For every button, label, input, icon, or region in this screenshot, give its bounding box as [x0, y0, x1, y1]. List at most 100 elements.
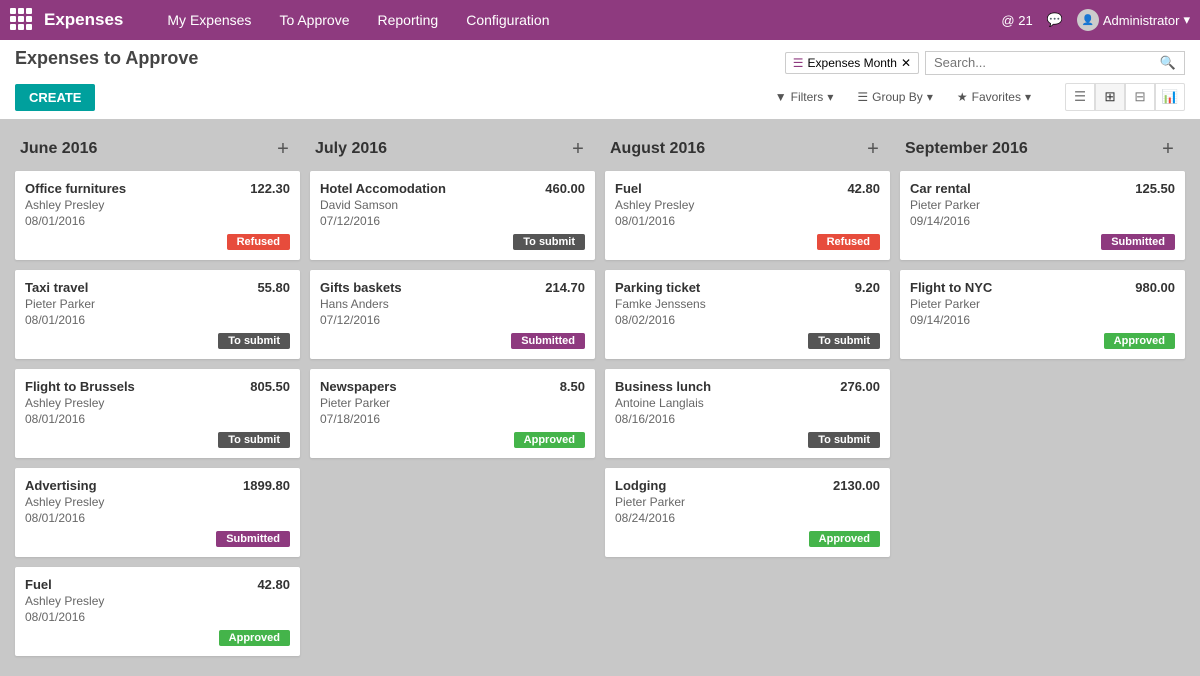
- grid-menu-icon[interactable]: [10, 8, 34, 32]
- card-person: Ashley Presley: [25, 594, 290, 608]
- card-amount: 9.20: [855, 280, 880, 295]
- col-add-button-2[interactable]: +: [861, 137, 885, 161]
- card-date: 08/01/2016: [615, 214, 880, 228]
- status-badge: Refused: [227, 234, 290, 250]
- card-name: Fuel: [615, 181, 642, 196]
- card-date: 07/12/2016: [320, 313, 585, 327]
- card-0-3[interactable]: Advertising 1899.80 Ashley Presley 08/01…: [15, 468, 300, 557]
- card-name: Parking ticket: [615, 280, 700, 295]
- card-name: Car rental: [910, 181, 971, 196]
- col-title-2: August 2016: [610, 140, 705, 158]
- card-date: 07/12/2016: [320, 214, 585, 228]
- filter-toolbar: ▼ Filters ▾ ☰ Group By ▾ ★ Favorites ▾ ☰…: [765, 83, 1185, 111]
- card-name: Newspapers: [320, 379, 397, 394]
- card-date: 07/18/2016: [320, 412, 585, 426]
- card-person: Pieter Parker: [320, 396, 585, 410]
- groupby-button[interactable]: ☰ Group By ▾: [847, 85, 943, 109]
- status-badge: Refused: [817, 234, 880, 250]
- main-nav: My Expenses To Approve Reporting Configu…: [153, 0, 563, 40]
- groupby-dropdown-icon: ▾: [927, 90, 933, 104]
- col-title-3: September 2016: [905, 140, 1028, 158]
- col-add-button-0[interactable]: +: [271, 137, 295, 161]
- card-name: Office furnitures: [25, 181, 126, 196]
- card-0-0[interactable]: Office furnitures 122.30 Ashley Presley …: [15, 171, 300, 260]
- search-input[interactable]: [934, 55, 1160, 70]
- kanban-column-0: June 2016+ Office furnitures 122.30 Ashl…: [10, 129, 305, 666]
- status-badge: To submit: [808, 333, 880, 349]
- filter-tag-remove[interactable]: ✕: [901, 56, 911, 70]
- card-amount: 214.70: [545, 280, 585, 295]
- card-name: Flight to Brussels: [25, 379, 135, 394]
- nav-configuration[interactable]: Configuration: [452, 0, 563, 40]
- card-amount: 980.00: [1135, 280, 1175, 295]
- col-add-button-1[interactable]: +: [566, 137, 590, 161]
- active-filter-tag[interactable]: ☰ Expenses Month ✕: [785, 52, 919, 74]
- card-name: Gifts baskets: [320, 280, 402, 295]
- status-badge: Approved: [809, 531, 880, 547]
- card-person: Ashley Presley: [25, 495, 290, 509]
- card-person: Pieter Parker: [25, 297, 290, 311]
- card-person: Pieter Parker: [910, 297, 1175, 311]
- status-badge: Approved: [219, 630, 290, 646]
- card-2-1[interactable]: Parking ticket 9.20 Famke Jenssens 08/02…: [605, 270, 890, 359]
- col-header-2: August 2016 +: [605, 129, 890, 171]
- user-menu[interactable]: 👤 Administrator ▾: [1077, 9, 1190, 31]
- filters-button[interactable]: ▼ Filters ▾: [765, 85, 844, 109]
- card-person: Famke Jenssens: [615, 297, 880, 311]
- card-person: Ashley Presley: [25, 396, 290, 410]
- col-header-0: June 2016+: [15, 129, 300, 171]
- status-badge: To submit: [218, 333, 290, 349]
- chart-view-button[interactable]: 📊: [1155, 83, 1185, 111]
- col-title-1: July 2016: [315, 140, 387, 158]
- card-date: 08/01/2016: [25, 214, 290, 228]
- status-badge: To submit: [513, 234, 585, 250]
- card-2-2[interactable]: Business lunch 276.00 Antoine Langlais 0…: [605, 369, 890, 458]
- kanban-column-2: August 2016 + Fuel 42.80 Ashley Presley 0…: [600, 129, 895, 666]
- card-date: 08/02/2016: [615, 313, 880, 327]
- card-amount: 805.50: [250, 379, 290, 394]
- card-amount: 8.50: [560, 379, 585, 394]
- card-name: Hotel Accomodation: [320, 181, 446, 196]
- card-person: Pieter Parker: [910, 198, 1175, 212]
- card-0-1[interactable]: Taxi travel 55.80 Pieter Parker 08/01/20…: [15, 270, 300, 359]
- card-3-1[interactable]: Flight to NYC 980.00 Pieter Parker 09/14…: [900, 270, 1185, 359]
- nav-to-approve[interactable]: To Approve: [265, 0, 363, 40]
- card-1-1[interactable]: Gifts baskets 214.70 Hans Anders 07/12/2…: [310, 270, 595, 359]
- create-button[interactable]: CREATE: [15, 84, 95, 111]
- card-person: Antoine Langlais: [615, 396, 880, 410]
- list-view-button[interactable]: ☰: [1065, 83, 1095, 111]
- card-person: Hans Anders: [320, 297, 585, 311]
- kanban-view-button[interactable]: ⊞: [1095, 83, 1125, 111]
- grid-view-button[interactable]: ⊟: [1125, 83, 1155, 111]
- card-name: Business lunch: [615, 379, 711, 394]
- card-3-0[interactable]: Car rental 125.50 Pieter Parker 09/14/20…: [900, 171, 1185, 260]
- card-amount: 125.50: [1135, 181, 1175, 196]
- status-badge: Submitted: [216, 531, 290, 547]
- card-1-2[interactable]: Newspapers 8.50 Pieter Parker 07/18/2016…: [310, 369, 595, 458]
- chat-icon[interactable]: 💬: [1047, 12, 1063, 28]
- card-amount: 122.30: [250, 181, 290, 196]
- card-date: 09/14/2016: [910, 313, 1175, 327]
- favorites-label: Favorites: [972, 90, 1021, 104]
- card-2-3[interactable]: Lodging 2130.00 Pieter Parker 08/24/2016…: [605, 468, 890, 557]
- username: Administrator: [1103, 13, 1180, 28]
- col-add-button-3[interactable]: +: [1156, 137, 1180, 161]
- nav-reporting[interactable]: Reporting: [364, 0, 453, 40]
- kanban-column-1: July 2016 + Hotel Accomodation 460.00 Dav…: [305, 129, 600, 666]
- search-box[interactable]: 🔍: [925, 51, 1185, 75]
- card-1-0[interactable]: Hotel Accomodation 460.00 David Samson 0…: [310, 171, 595, 260]
- col-header-3: September 2016 +: [900, 129, 1185, 171]
- card-2-0[interactable]: Fuel 42.80 Ashley Presley 08/01/2016 Ref…: [605, 171, 890, 260]
- card-date: 08/24/2016: [615, 511, 880, 525]
- nav-my-expenses[interactable]: My Expenses: [153, 0, 265, 40]
- star-icon: ★: [957, 90, 968, 104]
- filter-icon: ▼: [775, 90, 787, 104]
- card-name: Lodging: [615, 478, 666, 493]
- notification-count[interactable]: @ 21: [1001, 13, 1032, 28]
- status-badge: Approved: [514, 432, 585, 448]
- card-0-4[interactable]: Fuel 42.80 Ashley Presley 08/01/2016 App…: [15, 567, 300, 656]
- favorites-button[interactable]: ★ Favorites ▾: [947, 85, 1041, 109]
- search-area: ☰ Expenses Month ✕ 🔍: [785, 51, 1185, 75]
- card-0-2[interactable]: Flight to Brussels 805.50 Ashley Presley…: [15, 369, 300, 458]
- col-header-1: July 2016 +: [310, 129, 595, 171]
